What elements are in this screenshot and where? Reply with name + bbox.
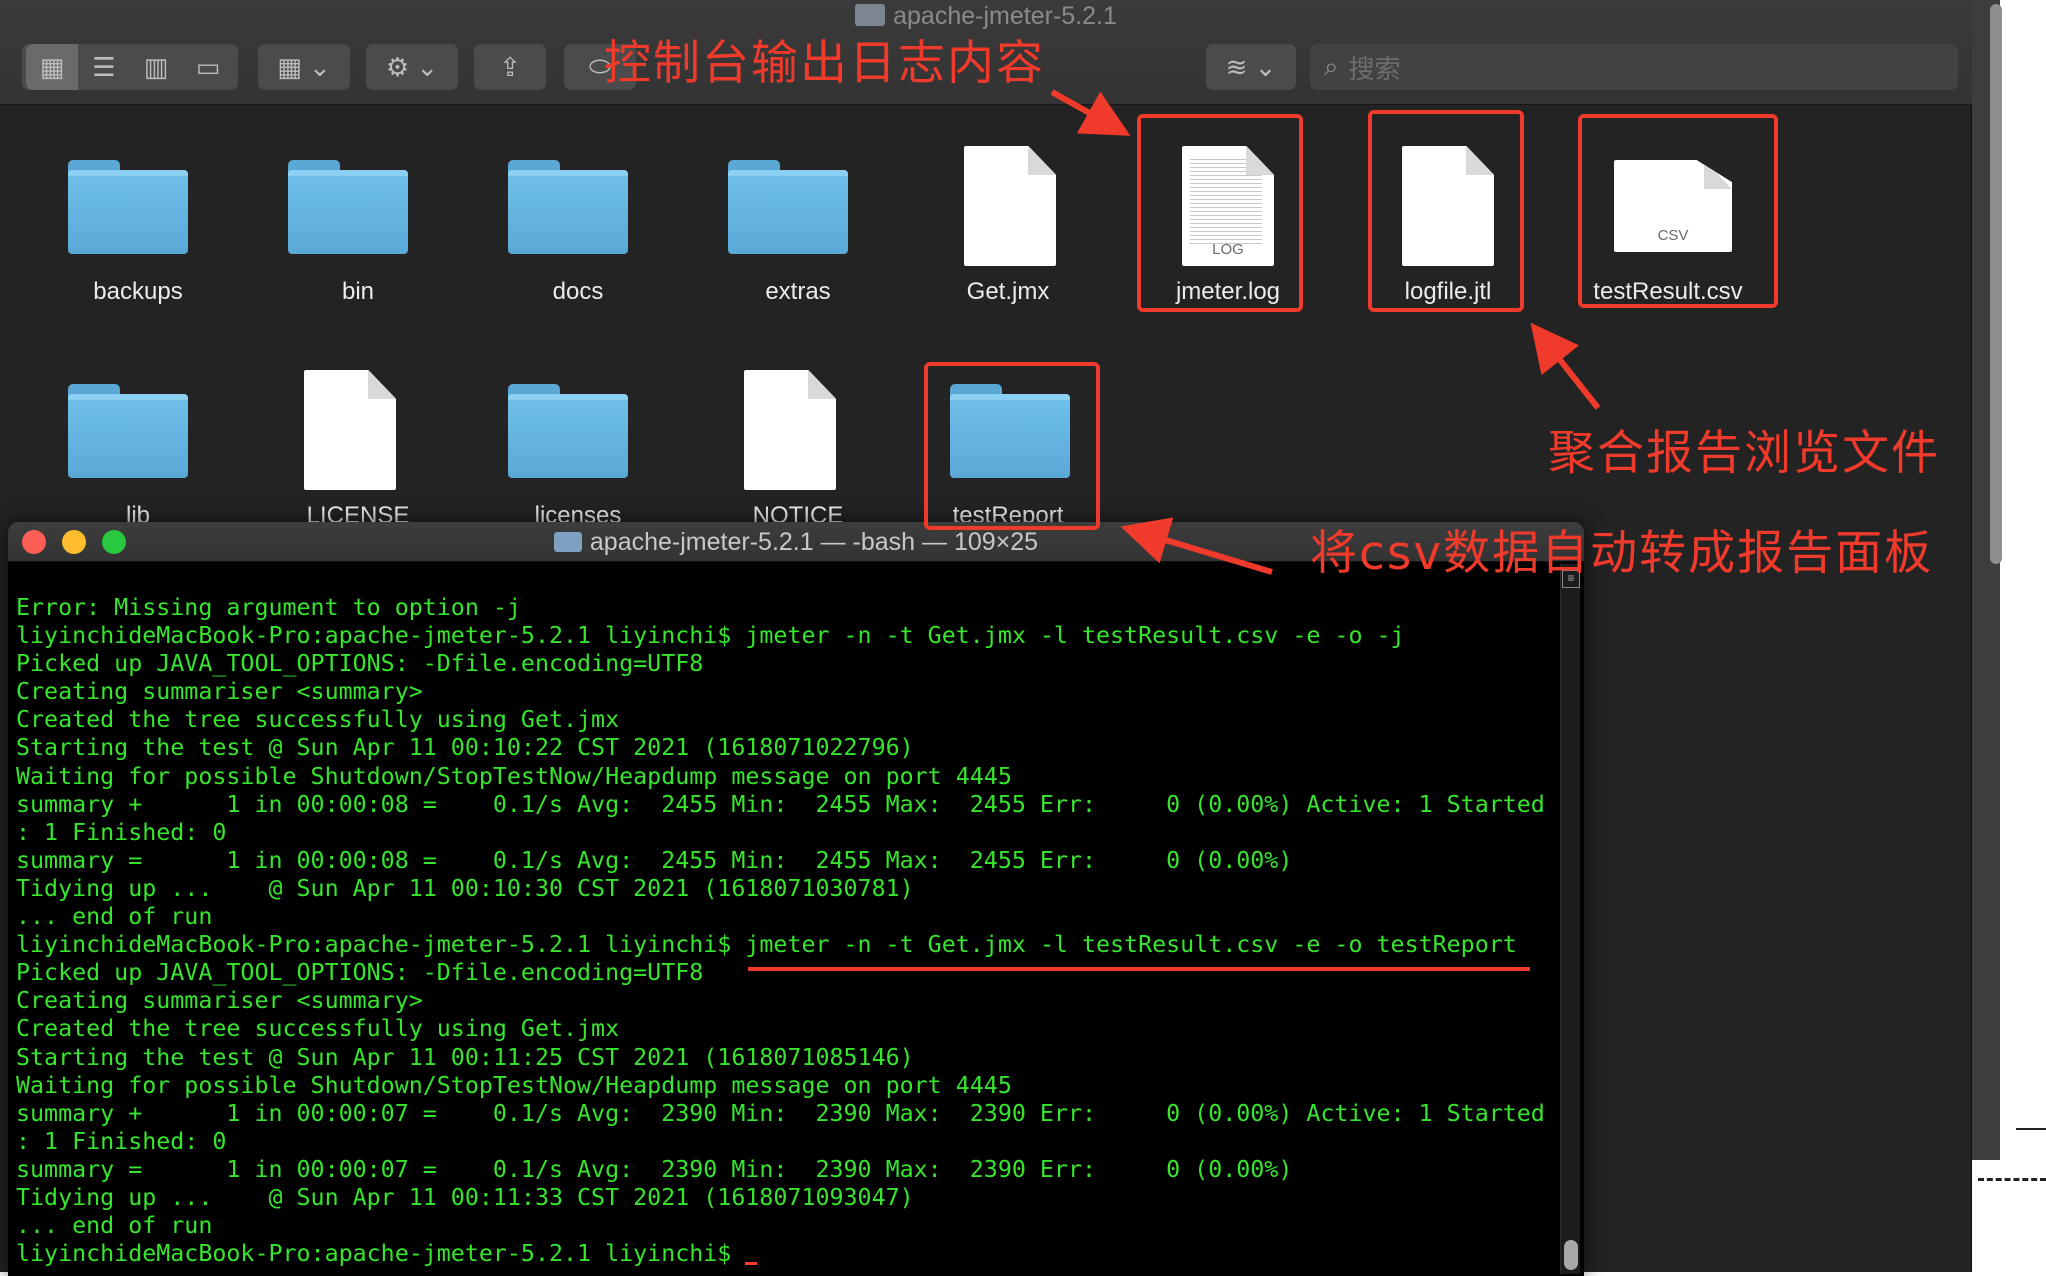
annotation-arrows: [1050, 89, 1601, 575]
arrow-to-logfile-jtl: [1530, 322, 1601, 410]
arrow-to-jmeter-log: [1050, 89, 1131, 136]
arrow-to-testreport: [1120, 517, 1273, 575]
